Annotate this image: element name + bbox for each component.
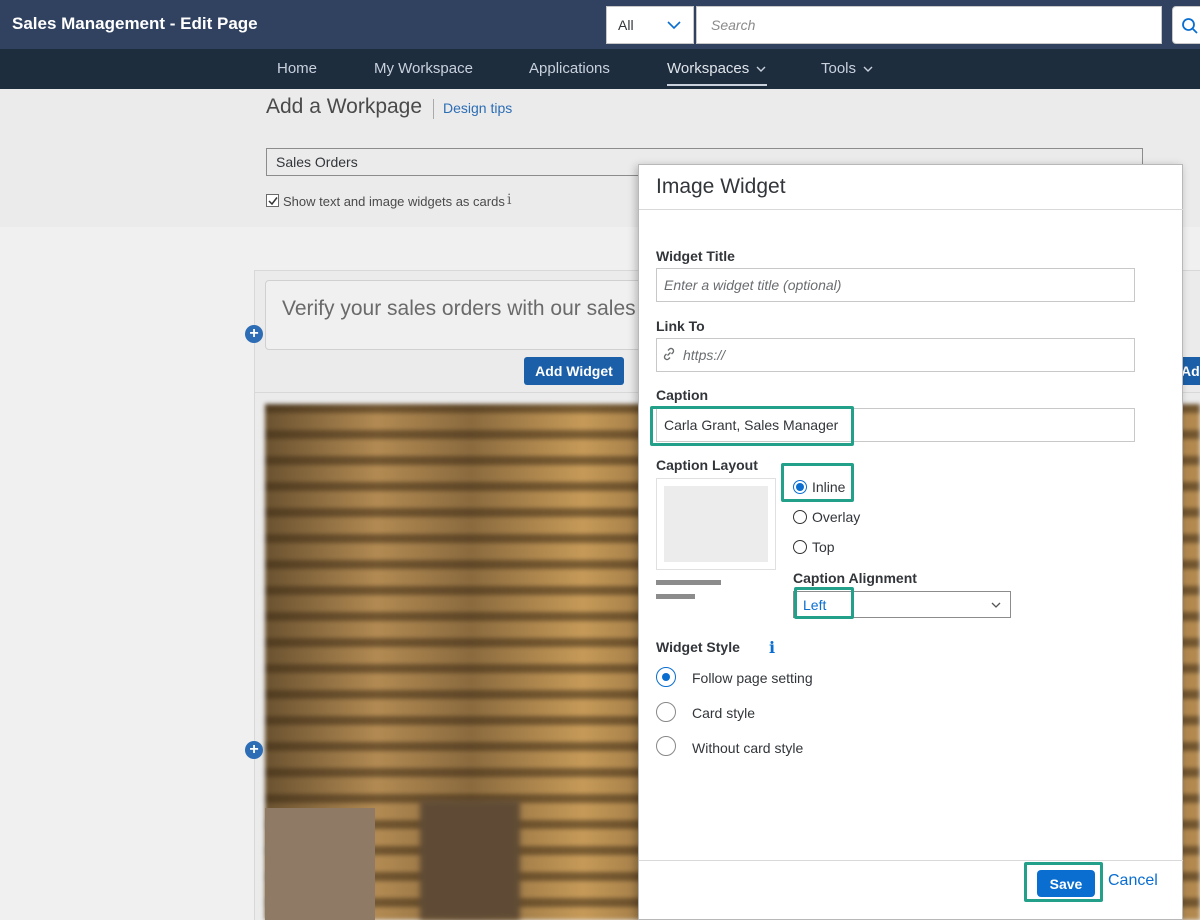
dialog-footer-divider <box>639 860 1183 861</box>
style-card-radio[interactable] <box>656 702 676 722</box>
widget-title-label: Widget Title <box>656 248 735 264</box>
cards-checkbox-label: Show text and image widgets as cards <box>283 194 505 209</box>
style-follow-page-label: Follow page setting <box>692 670 813 686</box>
save-highlight <box>1024 862 1103 902</box>
search-button[interactable] <box>1172 6 1200 44</box>
chevron-down-icon <box>667 21 681 30</box>
nav-workspaces-label: Workspaces <box>667 60 750 77</box>
info-icon[interactable]: i <box>769 638 775 657</box>
widget-title-input[interactable] <box>656 268 1135 302</box>
cards-checkbox[interactable] <box>266 194 279 207</box>
checkmark-icon <box>268 197 278 206</box>
style-no-card-label: Without card style <box>692 740 804 756</box>
nav-tools[interactable]: Tools <box>821 49 874 89</box>
layout-overlay-radio[interactable] <box>793 510 807 524</box>
nav-applications[interactable]: Applications <box>529 49 610 89</box>
style-follow-page-radio[interactable] <box>656 667 676 687</box>
caption-highlight <box>650 406 854 446</box>
caption-alignment-label: Caption Alignment <box>793 570 917 586</box>
design-tips-link[interactable]: Design tips <box>443 100 512 116</box>
layout-top-radio[interactable] <box>793 540 807 554</box>
navigation-bar: Home My Workspace Applications Workspace… <box>0 49 1200 89</box>
link-to-label: Link To <box>656 318 705 334</box>
title-divider <box>433 99 434 119</box>
chevron-down-icon <box>756 66 766 73</box>
search-scope-value: All <box>618 17 634 33</box>
style-card-label: Card style <box>692 705 756 721</box>
style-no-card-radio[interactable] <box>656 736 676 756</box>
add-section-plus-icon[interactable]: + <box>245 325 263 343</box>
page-title: Add a Workpage <box>266 95 423 118</box>
nav-workspaces[interactable]: Workspaces <box>667 49 768 89</box>
layout-top-label: Top <box>812 539 835 555</box>
text-widget-content: Verify your sales orders with our sales … <box>282 297 640 320</box>
nav-my-workspace[interactable]: My Workspace <box>374 49 473 89</box>
nav-home[interactable]: Home <box>277 49 317 89</box>
layout-overlay-label: Overlay <box>812 509 861 525</box>
shell-bar: Sales Management - Edit Page All <box>0 0 1200 49</box>
chevron-down-icon <box>863 66 873 73</box>
search-icon <box>1182 18 1198 34</box>
widget-style-label: Widget Style <box>656 639 740 655</box>
alignment-highlight <box>794 587 854 619</box>
inline-highlight <box>781 463 854 502</box>
dialog-title: Image Widget <box>656 175 786 198</box>
search-input[interactable] <box>696 6 1162 44</box>
preview-image-placeholder <box>664 486 768 562</box>
info-icon[interactable]: i <box>507 192 511 208</box>
caption-layout-label: Caption Layout <box>656 457 758 473</box>
image-detail <box>420 800 520 920</box>
link-to-input[interactable] <box>656 338 1135 372</box>
link-icon <box>663 347 675 361</box>
search-scope-select[interactable]: All <box>606 6 694 44</box>
image-detail <box>265 808 375 920</box>
chevron-down-icon <box>991 602 1001 608</box>
preview-caption-line <box>656 594 695 599</box>
dialog-header-divider <box>639 209 1183 210</box>
app-title: Sales Management - Edit Page <box>12 14 258 33</box>
cancel-button[interactable]: Cancel <box>1108 872 1158 890</box>
add-section-plus-icon[interactable]: + <box>245 741 263 759</box>
caption-label: Caption <box>656 387 709 403</box>
nav-tools-label: Tools <box>821 60 857 77</box>
preview-caption-line <box>656 580 721 585</box>
add-widget-button[interactable]: Add Widget <box>524 357 624 385</box>
